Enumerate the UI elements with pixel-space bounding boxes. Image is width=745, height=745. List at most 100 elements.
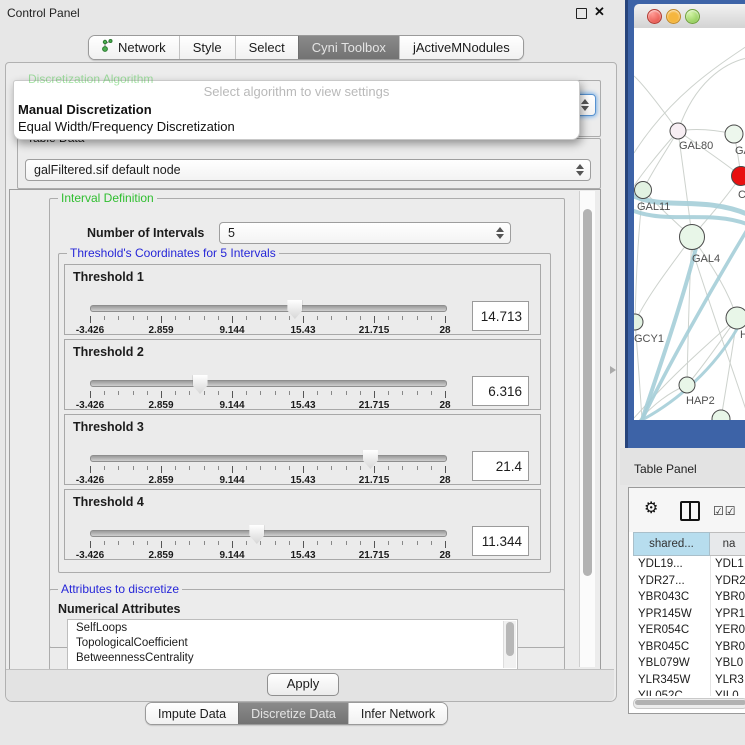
column-header-shared-name[interactable]: shared... [633,532,710,556]
tab-select[interactable]: Select [235,36,298,59]
network-edge [635,237,692,322]
num-intervals-combo[interactable]: 5 [219,222,511,244]
slider-thumb[interactable] [193,375,208,394]
table-row[interactable]: YBR043CYBR0 [633,589,745,606]
network-canvas[interactable]: GAL80GACGAL11GAL4GCY1HHAP2 [634,28,745,420]
threshold-value-field[interactable]: 14.713 [472,301,529,331]
threshold-value-field[interactable]: 11.344 [472,526,529,556]
network-node-gcy1[interactable] [634,314,643,330]
tick-major [303,316,304,323]
tab-impute-data[interactable]: Impute Data [146,703,238,724]
scrollbar-thumb[interactable] [583,209,592,576]
columns-icon[interactable] [680,501,700,521]
cell-shared-name[interactable]: YER054C [633,622,710,639]
minimize-traffic-icon[interactable] [666,9,681,24]
cell-name[interactable]: YIL0 [710,688,745,696]
attribute-list-item[interactable]: SelfLoops [68,620,517,635]
network-node-hap2[interactable] [679,377,695,393]
cell-shared-name[interactable]: YBL079W [633,655,710,672]
threshold-label: Threshold 4 [73,495,144,509]
attributes-list[interactable]: SelfLoopsTopologicalCoefficientBetweenne… [67,619,518,670]
table-row[interactable]: YDR27...YDR2 [633,573,745,590]
table-row[interactable]: YPR145WYPR1 [633,606,745,623]
dropdown-item-manual[interactable]: Manual Discretization [14,101,579,118]
tick-minor [260,391,261,395]
table-row[interactable]: YDL19...YDL1 [633,556,745,573]
slider-thumb[interactable] [249,525,264,544]
attribute-list-item[interactable]: TopologicalCoefficient [68,635,517,650]
cell-name[interactable]: YDR2 [710,573,745,590]
threshold-value-field[interactable]: 21.4 [472,451,529,481]
tabledata-combo[interactable]: galFiltered.sif default node [25,159,591,181]
threshold-value-field[interactable]: 6.316 [472,376,529,406]
network-node-h-node[interactable] [726,307,745,329]
network-node-label: GA [735,145,745,157]
cell-shared-name[interactable]: YBR045C [633,639,710,656]
vertical-scrollbar[interactable] [579,191,595,667]
cell-name[interactable]: YER0 [710,622,745,639]
tab-jactivemnodules[interactable]: jActiveMNodules [399,36,523,59]
tab-network[interactable]: Network [89,36,179,59]
tick-major [90,466,91,473]
horizontal-scrollbar[interactable] [633,698,745,709]
table-row[interactable]: YLR345WYLR3 [633,672,745,689]
close-traffic-icon[interactable] [647,9,662,24]
cell-shared-name[interactable]: YBR043C [633,589,710,606]
cell-name[interactable]: YDL1 [710,556,745,573]
tick-minor [431,466,432,470]
table-row[interactable]: YER054CYER0 [633,622,745,639]
dropdown-item-equal-width[interactable]: Equal Width/Frequency Discretization [14,118,579,135]
gear-icon[interactable]: ⚙ [644,501,658,517]
table-row[interactable]: YBL079WYBL0 [633,655,745,672]
tick-minor [147,316,148,320]
float-window-icon[interactable] [576,8,587,19]
cell-shared-name[interactable]: YDL19... [633,556,710,573]
tick-minor [317,466,318,470]
tab-style[interactable]: Style [179,36,235,59]
slider-track[interactable] [90,530,447,537]
cell-name[interactable]: YLR3 [710,672,745,689]
slider-track[interactable] [90,455,447,462]
splitter-arrow-icon[interactable] [610,366,616,374]
tick-major [161,391,162,398]
tick-minor [417,391,418,395]
apply-button[interactable]: Apply [267,673,339,696]
network-node-gal4[interactable] [680,225,705,250]
tab-cyni-toolbox[interactable]: Cyni Toolbox [298,36,399,59]
slider-track[interactable] [90,305,447,312]
table-row[interactable]: YIL052CYIL0 [633,688,745,696]
table-row[interactable]: YBR045CYBR0 [633,639,745,656]
slider-track[interactable] [90,380,447,387]
attribute-list-item[interactable]: BetweennessCentrality [68,650,517,665]
checkbox-icons[interactable]: ☑☑ [713,504,737,518]
cell-name[interactable]: YBR0 [710,589,745,606]
tab-discretize-data[interactable]: Discretize Data [238,703,348,724]
cell-shared-name[interactable]: YDR27... [633,573,710,590]
network-node-gal11[interactable] [635,182,652,199]
horizontal-scrollbar-thumb[interactable] [635,700,745,705]
attributes-list-scrollbar[interactable] [503,621,516,668]
combo-stepper-icon [496,227,504,239]
network-node-bottom-partial[interactable] [712,410,730,420]
column-header-name[interactable]: na [710,532,745,556]
cell-shared-name[interactable]: YLR345W [633,672,710,689]
tab-infer-network[interactable]: Infer Network [348,703,447,724]
threshold-panel-3: Threshold 3-3.4262.8599.14415.4321.71528… [64,414,541,485]
cell-name[interactable]: YBR0 [710,639,745,656]
node-table[interactable]: shared... na YDL19...YDL1YDR27...YDR2YBR… [633,532,745,696]
cell-name[interactable]: YBL0 [710,655,745,672]
cell-shared-name[interactable]: YIL052C [633,688,710,696]
attributes-scrollbar-thumb[interactable] [506,622,514,656]
network-node-red-node[interactable] [732,167,745,186]
network-node-gal80[interactable] [670,123,686,139]
tick-minor [388,391,389,395]
close-icon[interactable]: ✕ [594,4,605,20]
slider-thumb[interactable] [363,450,378,469]
cell-name[interactable]: YPR1 [710,606,745,623]
tick-major [445,541,446,548]
cell-shared-name[interactable]: YPR145W [633,606,710,623]
network-view-window: GAL80GACGAL11GAL4GCY1HHAP2 [625,0,745,448]
tick-label: 28 [439,550,450,561]
network-node-top-right[interactable] [725,125,743,143]
zoom-traffic-icon[interactable] [685,9,700,24]
